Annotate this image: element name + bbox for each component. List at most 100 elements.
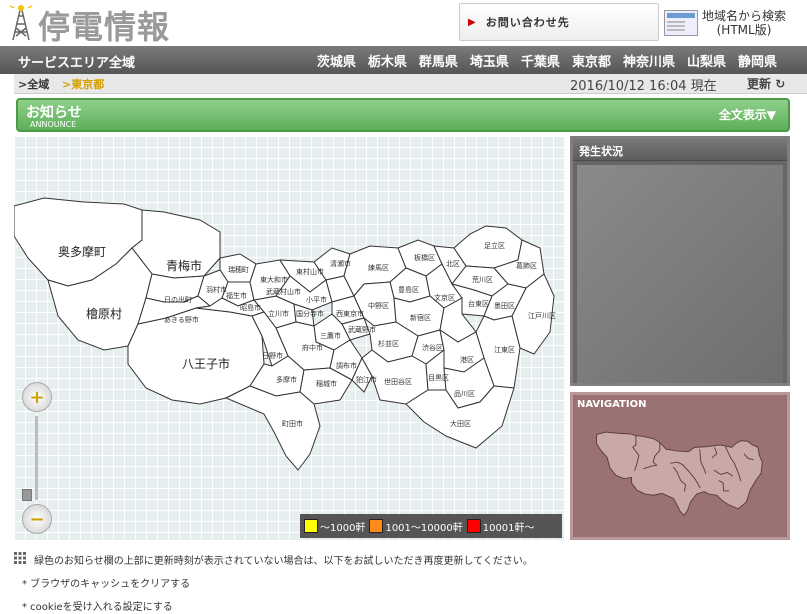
label-hamura: 羽村市 <box>206 285 227 294</box>
legend-label-low: 〜1000軒 <box>320 522 366 534</box>
navigation-title: NAVIGATION <box>577 399 647 410</box>
power-tower-icon <box>9 4 33 41</box>
legend-swatch-low <box>304 519 318 533</box>
status-panel-header: 発生状況 <box>573 139 787 161</box>
region-search-label: 地域名から検索 (HTML版) <box>702 9 786 37</box>
label-shinjuku: 新宿区 <box>410 313 431 322</box>
navigation-minimap[interactable] <box>575 413 787 537</box>
breadcrumb-all[interactable]: >全域 <box>18 76 49 92</box>
pref-gunma[interactable]: 群馬県 <box>419 51 458 70</box>
prefecture-nav-bar: サービスエリア全域 茨城県 栃木県 群馬県 埼玉県 千葉県 東京都 神奈川県 山… <box>0 46 807 74</box>
note-main-text: 緑色のお知らせ欄の上部に更新時刻が表示されていない場合は、以下をお試しいただき再… <box>34 556 533 567</box>
refresh-icon: ↻ <box>775 77 786 91</box>
site-title: 停電情報 <box>38 8 171 46</box>
header: 停電情報 ▶ お問い合わせ先 地域名から検索 (HTML版) <box>0 0 807 46</box>
status-panel-title: 発生状況 <box>579 145 623 158</box>
label-toshima: 豊島区 <box>398 285 419 294</box>
note-clear-cache: * ブラウザのキャッシュをクリアする <box>22 579 191 590</box>
label-mitaka: 三鷹市 <box>320 331 341 340</box>
grid-dots-icon <box>14 552 26 564</box>
breadcrumb-tokyo[interactable]: >東京都 <box>62 76 104 92</box>
label-minato: 港区 <box>460 355 474 364</box>
show-full-text-button[interactable]: 全文表示▼ <box>719 106 776 123</box>
label-kita: 北区 <box>446 260 460 268</box>
label-adachi: 足立区 <box>484 241 505 250</box>
label-chofu: 調布市 <box>336 361 357 370</box>
label-edogawa: 江戸川区 <box>528 312 556 320</box>
label-nerima: 練馬区 <box>368 263 389 272</box>
label-nishitokyo: 西東京市 <box>336 309 364 318</box>
label-hinohara: 檜原村 <box>86 306 122 321</box>
label-machida: 町田市 <box>282 419 303 428</box>
label-koto: 江東区 <box>494 345 515 354</box>
label-hinode: 日の出町 <box>164 295 192 304</box>
label-kodaira: 小平市 <box>306 295 327 304</box>
label-fuchu: 府中市 <box>302 343 323 352</box>
region-search-line1: 地域名から検索 <box>702 9 787 23</box>
zoom-in-icon[interactable]: + <box>22 382 52 412</box>
label-hachioji: 八王子市 <box>182 356 230 371</box>
tokyo-outage-map[interactable]: 奥多摩町 青梅市 檜原村 八王子市 日の出町 あきる野市 瑞穂町 羽村市 福生市… <box>14 136 564 540</box>
navigation-panel[interactable]: NAVIGATION <box>570 392 790 540</box>
service-area-link[interactable]: サービスエリア全域 <box>18 52 135 71</box>
label-kokubunji: 国分寺市 <box>296 309 324 318</box>
label-akiruno: あきる野市 <box>164 315 199 324</box>
arrow-right-icon: ▶ <box>468 16 476 28</box>
label-mizuho: 瑞穂町 <box>228 265 249 274</box>
status-panel: 発生状況 <box>570 136 790 386</box>
pref-kanagawa[interactable]: 神奈川県 <box>623 51 675 70</box>
label-hino: 日野市 <box>262 351 283 360</box>
legend-label-high: 10001軒〜 <box>482 522 535 534</box>
note-accept-cookies: * cookieを受け入れる設定にする <box>22 602 173 613</box>
label-higashimurayama: 東村山市 <box>296 267 324 276</box>
label-meguro: 目黒区 <box>428 374 449 382</box>
label-suginami: 杉並区 <box>378 339 399 348</box>
announce-bar: お知らせ ANNOUNCE 全文表示▼ <box>16 98 790 132</box>
pref-tochigi[interactable]: 栃木県 <box>368 51 407 70</box>
pref-ibaraki[interactable]: 茨城県 <box>317 51 356 70</box>
label-itabashi: 板橋区 <box>414 253 435 262</box>
legend-item-low: 〜1000軒 <box>304 519 365 534</box>
html-page-icon <box>664 10 698 36</box>
machida-area[interactable] <box>224 385 321 471</box>
pref-yamanashi[interactable]: 山梨県 <box>687 51 726 70</box>
zoom-out-icon[interactable]: − <box>22 504 52 534</box>
breadcrumb: >全域 >東京都 2016/10/12 16:04 現在 更新 ↻ <box>14 74 807 94</box>
pref-chiba[interactable]: 千葉県 <box>521 51 560 70</box>
label-fussa: 福生市 <box>226 291 247 300</box>
contact-label: お問い合わせ先 <box>485 16 570 29</box>
refresh-label: 更新 <box>747 77 772 91</box>
label-taito: 台東区 <box>468 299 489 308</box>
status-panel-body <box>577 165 783 383</box>
label-bunkyo: 文京区 <box>434 293 455 302</box>
refresh-button[interactable]: 更新 ↻ <box>747 75 785 92</box>
pref-tokyo[interactable]: 東京都 <box>572 51 611 70</box>
label-ome: 青梅市 <box>166 258 202 273</box>
label-kiyose: 清瀬市 <box>330 259 351 268</box>
label-tama: 多摩市 <box>276 375 297 384</box>
region-search-line2: (HTML版) <box>716 23 772 37</box>
label-katsushika: 葛飾区 <box>516 261 537 270</box>
label-shibuya: 渋谷区 <box>422 343 443 352</box>
zoom-slider-track[interactable] <box>35 416 38 500</box>
legend-swatch-mid <box>369 519 384 533</box>
region-search-html-link[interactable]: 地域名から検索 (HTML版) <box>664 3 806 43</box>
label-komae: 狛江市 <box>356 375 377 384</box>
label-akishima: 昭島市 <box>240 303 261 312</box>
label-ota: 大田区 <box>450 419 471 428</box>
legend-item-mid: 1001〜10000軒 <box>369 519 463 534</box>
pref-shizuoka[interactable]: 静岡県 <box>738 51 777 70</box>
update-datetime: 2016/10/12 16:04 現在 <box>570 79 717 94</box>
label-tachikawa: 立川市 <box>268 309 289 318</box>
contact-button[interactable]: ▶ お問い合わせ先 <box>459 3 659 41</box>
prefecture-list: 茨城県 栃木県 群馬県 埼玉県 千葉県 東京都 神奈川県 山梨県 静岡県 <box>305 51 777 70</box>
pref-saitama[interactable]: 埼玉県 <box>470 51 509 70</box>
label-setagaya: 世田谷区 <box>384 377 412 386</box>
label-arakawa: 荒川区 <box>472 275 493 284</box>
announce-title: お知らせ <box>26 105 82 121</box>
outage-legend: 〜1000軒 1001〜10000軒 10001軒〜 <box>300 514 562 538</box>
legend-swatch-high <box>466 519 481 533</box>
legend-label-mid: 1001〜10000軒 <box>385 522 463 534</box>
zoom-slider-handle[interactable] <box>22 489 32 501</box>
label-sumida: 墨田区 <box>494 302 515 310</box>
